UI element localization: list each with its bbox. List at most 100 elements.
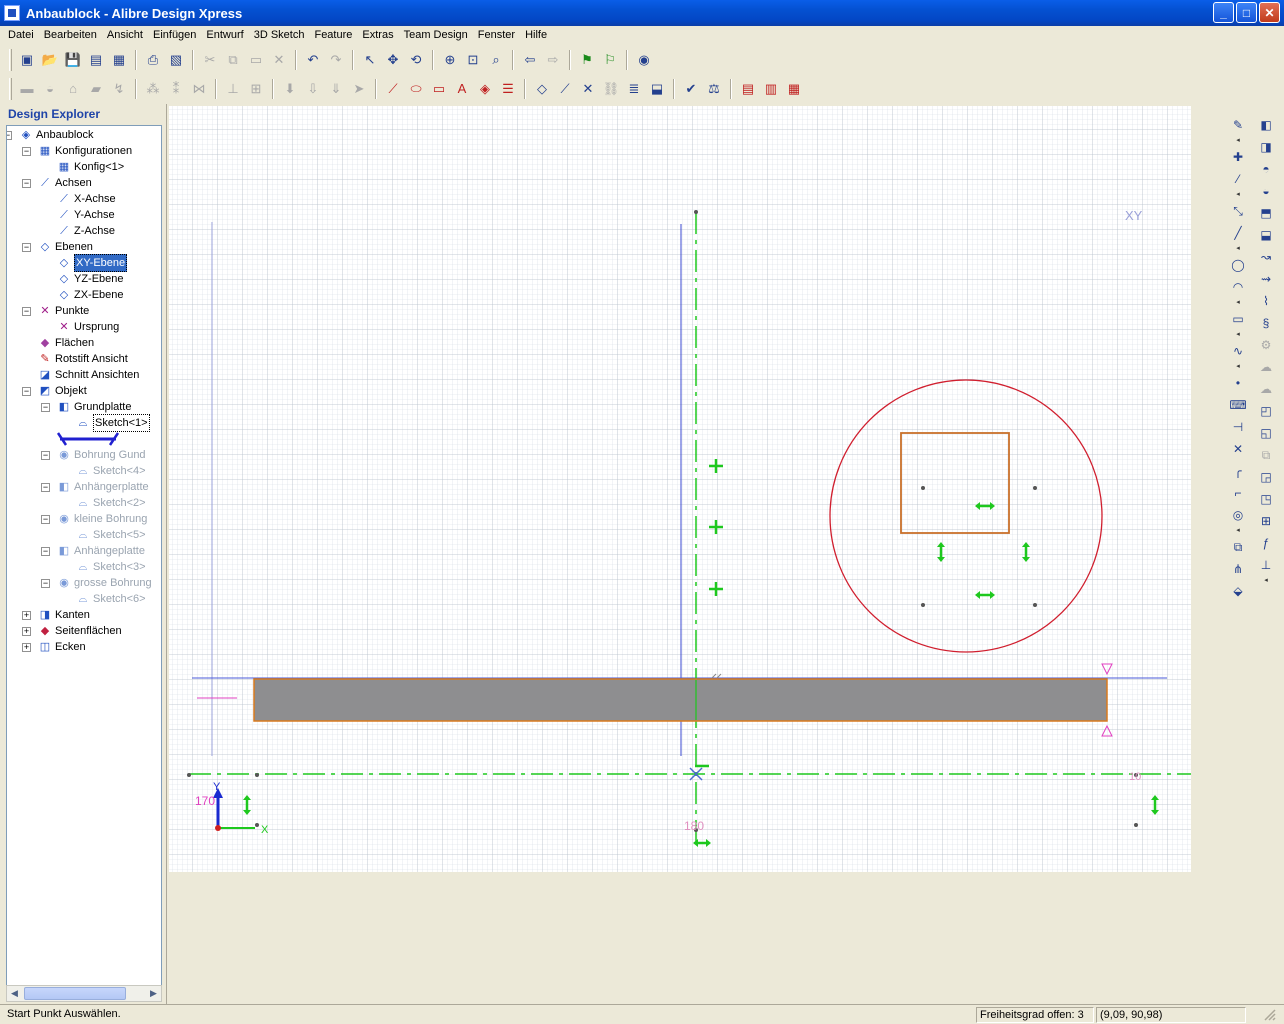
- menu-entwurf[interactable]: Entwurf: [201, 29, 248, 41]
- gear-icon[interactable]: ⚙: [1255, 334, 1277, 356]
- zoom-window-icon[interactable]: ⊡: [462, 49, 484, 71]
- tree-item[interactable]: ✕ Ursprung: [41, 319, 119, 335]
- collapse-icon[interactable]: −: [41, 402, 50, 412]
- collapse-icon[interactable]: −: [7, 130, 12, 140]
- expand-icon[interactable]: +: [22, 610, 31, 620]
- tree-item[interactable]: ⌓ Sketch<2>: [60, 495, 146, 511]
- new-icon[interactable]: ▣: [16, 49, 38, 71]
- draft-icon[interactable]: ◱: [1255, 422, 1277, 444]
- hole-icon[interactable]: ⊥: [222, 78, 244, 100]
- crosshair-icon[interactable]: ✚: [1227, 146, 1249, 168]
- scroll-right-icon[interactable]: ▶: [146, 986, 161, 1001]
- close-button[interactable]: ✕: [1259, 2, 1280, 23]
- back-arrow-icon[interactable]: ⇦: [519, 49, 541, 71]
- revolve-boss-icon[interactable]: ◓: [1255, 158, 1277, 180]
- collapse-icon[interactable]: −: [41, 450, 50, 460]
- sketch-viewport[interactable]: XY 170 180 10 Y X: [166, 104, 1224, 1005]
- axis-icon[interactable]: ⟋: [554, 78, 576, 100]
- zoom-icon[interactable]: ⊕: [439, 49, 461, 71]
- zoom-all-icon[interactable]: ⌕: [485, 49, 507, 71]
- app-icon[interactable]: [4, 5, 20, 21]
- collapse-icon[interactable]: −: [41, 578, 50, 588]
- menu-3d-sketch[interactable]: 3D Sketch: [249, 29, 310, 41]
- send-icon[interactable]: ➤: [348, 78, 370, 100]
- tree-item[interactable]: ⌓ Sketch<3>: [60, 559, 146, 575]
- tree-item[interactable]: ⌓ Sketch<4>: [60, 463, 146, 479]
- print-preview-icon[interactable]: ▧: [165, 49, 187, 71]
- collapse-icon[interactable]: −: [22, 242, 31, 252]
- tree-item[interactable]: + ◨ Kanten: [22, 607, 90, 623]
- tree-item[interactable]: − ⟋ Achsen: [22, 175, 92, 191]
- project-icon[interactable]: ⬙: [1227, 580, 1249, 602]
- cloud-icon[interactable]: ☁: [1255, 356, 1277, 378]
- arc-tool-icon[interactable]: ◠: [1227, 276, 1249, 298]
- tree-item[interactable]: + ◆ Seitenflächen: [22, 623, 122, 639]
- tree-item[interactable]: − ◧ Grundplatte: [41, 399, 131, 415]
- expand-icon[interactable]: +: [22, 626, 31, 636]
- cloud-2-icon[interactable]: ☁: [1255, 378, 1277, 400]
- sweep-boss-icon[interactable]: ↝: [1255, 246, 1277, 268]
- rollforward-icon[interactable]: ⇓: [325, 78, 347, 100]
- balance-icon[interactable]: ⚖: [703, 78, 725, 100]
- tree-item[interactable]: −◈ Anbaublock: [7, 127, 94, 143]
- tree-item[interactable]: ◪ Schnitt Ansichten: [22, 367, 140, 383]
- sketch-canvas[interactable]: XY 170 180 10 Y X: [167, 104, 1225, 1005]
- mirror-icon[interactable]: ⋈: [188, 78, 210, 100]
- menu-feature[interactable]: Feature: [309, 29, 357, 41]
- rectangle-icon[interactable]: ▭: [428, 78, 450, 100]
- rollback-icon[interactable]: ⇩: [302, 78, 324, 100]
- maximize-button[interactable]: □: [1236, 2, 1257, 23]
- dimension-tool-icon[interactable]: ⤡: [1227, 200, 1249, 222]
- menu-bearbeiten[interactable]: Bearbeiten: [39, 29, 102, 41]
- helix-icon[interactable]: ⌇: [1255, 290, 1277, 312]
- tree-item[interactable]: − ◉ grosse Bohrung: [41, 575, 152, 591]
- pdf-icon[interactable]: ▤: [737, 78, 759, 100]
- tree-item[interactable]: − ◉ kleine Bohrung: [41, 511, 147, 527]
- toolbar-grip[interactable]: [9, 48, 12, 71]
- paste-icon[interactable]: ▭: [245, 49, 267, 71]
- thread-tool-icon[interactable]: ◳: [1255, 488, 1277, 510]
- check-icon[interactable]: ✔: [680, 78, 702, 100]
- shell-tool-icon[interactable]: ◰: [1255, 400, 1277, 422]
- sweep-cut-icon[interactable]: ⇝: [1255, 268, 1277, 290]
- shell-icon[interactable]: ▰: [85, 78, 107, 100]
- collapse-icon[interactable]: −: [22, 386, 31, 396]
- chain-icon[interactable]: ⛓: [600, 78, 622, 100]
- copy-sketch-icon[interactable]: ⧉: [1227, 536, 1249, 558]
- pattern-circular-icon[interactable]: ⁑: [165, 78, 187, 100]
- print-icon[interactable]: ⎙: [142, 49, 164, 71]
- circle-tool-icon[interactable]: ◯: [1227, 254, 1249, 276]
- select-icon[interactable]: ↖: [359, 49, 381, 71]
- tree-item[interactable]: ◆ Flächen: [22, 335, 94, 351]
- tree-item[interactable]: − ▦ Konfigurationen: [22, 143, 132, 159]
- undo-icon[interactable]: ↶: [302, 49, 324, 71]
- trim-icon[interactable]: ⊣: [1227, 416, 1249, 438]
- tree-item[interactable]: ⌓ Sketch<1>: [60, 414, 150, 432]
- intersect-icon[interactable]: ✕: [1227, 438, 1249, 460]
- loft-cut-icon[interactable]: ⬓: [1255, 224, 1277, 246]
- tree-item[interactable]: ◇ YZ-Ebene: [41, 271, 124, 287]
- properties-icon[interactable]: ▤: [85, 49, 107, 71]
- pattern-tool-icon[interactable]: ⊞: [1255, 510, 1277, 532]
- menu-einfuegen[interactable]: Einfügen: [148, 29, 201, 41]
- list-icon[interactable]: ≣: [623, 78, 645, 100]
- collapse-icon[interactable]: −: [22, 306, 31, 316]
- pattern-icon[interactable]: ⁂: [142, 78, 164, 100]
- extrude-cut-icon[interactable]: ◨: [1255, 136, 1277, 158]
- pan-icon[interactable]: ✥: [382, 49, 404, 71]
- line-tool-icon[interactable]: ╱: [1227, 222, 1249, 244]
- collapse-icon[interactable]: −: [41, 514, 50, 524]
- delete-icon[interactable]: ✕: [268, 49, 290, 71]
- menu-team-design[interactable]: Team Design: [399, 29, 473, 41]
- revolve-icon[interactable]: ◒: [39, 78, 61, 100]
- tree-item[interactable]: ◇ ZX-Ebene: [41, 287, 124, 303]
- revolve-cut-icon[interactable]: ◒: [1255, 180, 1277, 202]
- text-icon[interactable]: A: [451, 78, 473, 100]
- tree-item[interactable]: ⟋ X-Achse: [41, 191, 115, 207]
- expand-icon[interactable]: +: [22, 642, 31, 652]
- fill-icon[interactable]: ◈: [474, 78, 496, 100]
- report-icon[interactable]: ▦: [783, 78, 805, 100]
- mirror-sketch-icon[interactable]: ⋔: [1227, 558, 1249, 580]
- menu-ansicht[interactable]: Ansicht: [102, 29, 148, 41]
- copy-feature-icon[interactable]: ⧉: [1255, 444, 1277, 466]
